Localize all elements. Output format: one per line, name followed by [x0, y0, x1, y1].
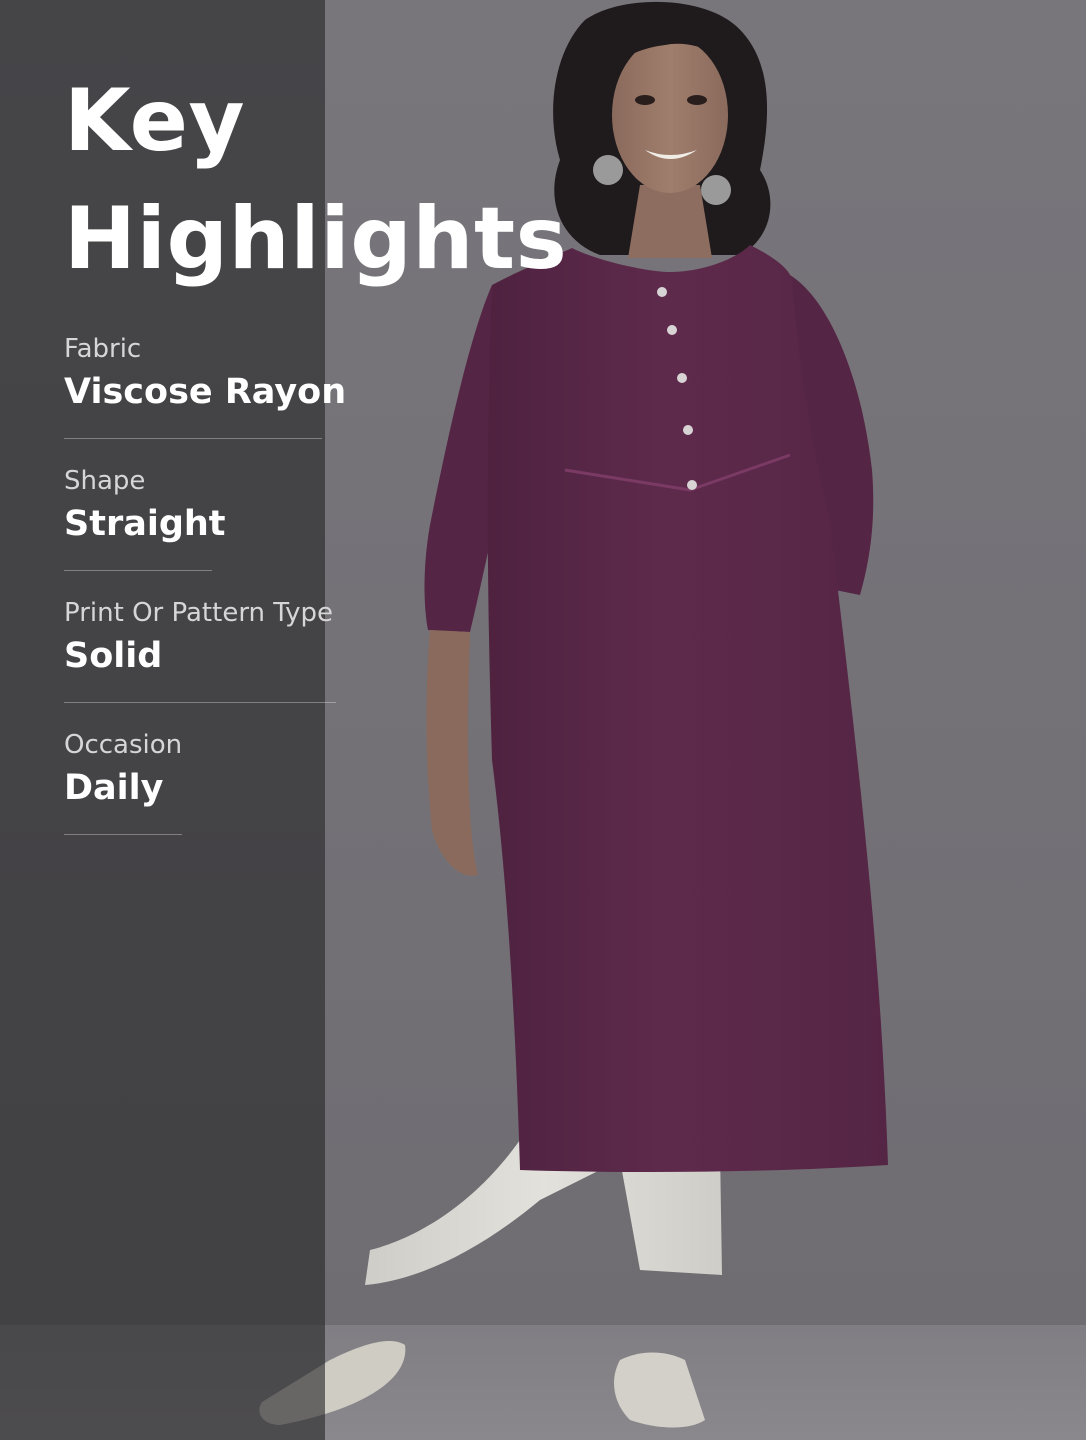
neck	[628, 185, 712, 258]
divider	[64, 702, 336, 703]
page-title: Key Highlights	[64, 62, 567, 298]
highlight-value: Viscose Rayon	[64, 372, 347, 412]
face	[612, 37, 728, 193]
title-line-1: Key	[64, 71, 246, 171]
divider	[64, 570, 212, 571]
highlight-label: Occasion	[64, 730, 183, 760]
title-line-2: Highlights	[64, 189, 568, 289]
highlight-value: Daily	[64, 768, 164, 808]
highlight-label: Print Or Pattern Type	[64, 598, 334, 628]
highlight-label: Shape	[64, 466, 146, 496]
product-highlights-screen: Key Highlights Fabric Viscose Rayon Shap…	[0, 0, 1086, 1440]
divider	[64, 834, 182, 835]
highlight-value: Solid	[64, 636, 163, 676]
highlight-label: Fabric	[64, 334, 142, 364]
highlight-value: Straight	[64, 504, 226, 544]
divider	[64, 438, 322, 439]
right-shoe	[614, 1352, 705, 1428]
